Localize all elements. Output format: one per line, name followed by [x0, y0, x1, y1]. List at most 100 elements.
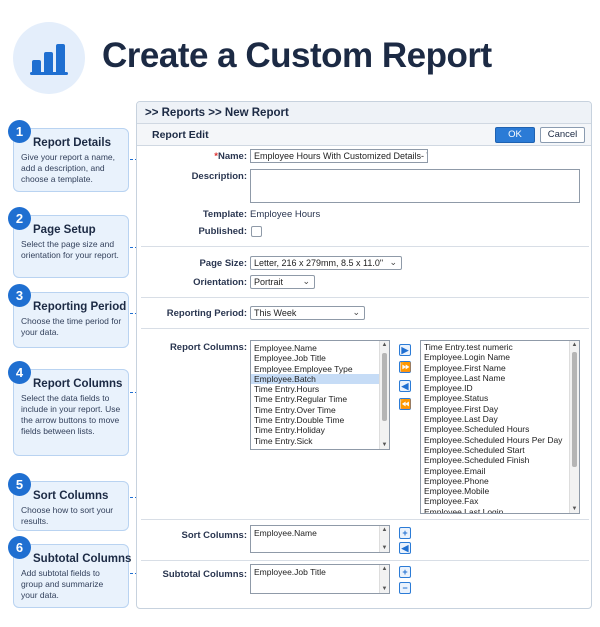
- page: Create a Custom Report 1 Report Details …: [0, 0, 600, 627]
- page-size-label: Page Size:: [199, 258, 247, 269]
- step-description: Select the data fields to include in you…: [21, 393, 121, 436]
- chevron-down-icon: ⌄: [389, 257, 397, 267]
- step-title: Sort Columns: [33, 490, 109, 502]
- list-item[interactable]: Employee.ID: [421, 383, 579, 393]
- scroll-thumb[interactable]: [382, 353, 387, 421]
- scroll-up-icon[interactable]: ▲: [380, 566, 389, 572]
- report-columns-label: Report Columns:: [169, 342, 247, 353]
- list-item[interactable]: Time Entry.Holiday: [251, 425, 389, 435]
- report-edit-panel: >> Reports >> New Report Report Edit OK …: [136, 101, 592, 609]
- step-title: Subtotal Columns: [33, 553, 132, 565]
- divider: [141, 297, 589, 298]
- panel-heading: Report Edit: [152, 129, 209, 141]
- scroll-up-icon[interactable]: ▲: [380, 342, 389, 348]
- selected-columns-list[interactable]: Employee.Name Employee.Job Title Employee.…: [250, 340, 390, 450]
- available-columns-list[interactable]: Time Entry.test numeric Employee.Login Na…: [420, 340, 580, 514]
- list-item[interactable]: Time Entry.test numeric: [421, 342, 579, 352]
- step-number: 4: [8, 361, 31, 384]
- step-title: Report Details: [33, 137, 111, 149]
- template-value: Employee Hours: [250, 209, 321, 220]
- orientation-value: Portrait: [254, 277, 284, 287]
- add-sort-button[interactable]: +: [399, 527, 411, 539]
- divider: [141, 519, 589, 520]
- name-label: *Name:: [214, 151, 247, 162]
- cancel-button[interactable]: Cancel: [540, 127, 585, 143]
- orientation-select[interactable]: Portrait ⌄: [250, 275, 315, 289]
- list-item[interactable]: Employee.Mobile: [421, 486, 579, 496]
- step-sort-columns: 5 Sort Columns Choose how to sort your r…: [8, 473, 129, 531]
- list-item[interactable]: Time Entry.Regular Time: [251, 394, 389, 404]
- list-item[interactable]: Employee.Scheduled Finish: [421, 455, 579, 465]
- divider: [141, 328, 589, 329]
- list-item[interactable]: Employee.Scheduled Start: [421, 445, 579, 455]
- list-item[interactable]: Employee.Last Login: [421, 507, 579, 513]
- scroll-down-icon[interactable]: ▼: [380, 545, 389, 551]
- list-item[interactable]: Employee.Scheduled Hours Per Day: [421, 435, 579, 445]
- list-item[interactable]: Employee.Batch: [251, 373, 389, 385]
- description-field[interactable]: [250, 169, 580, 203]
- scroll-down-icon[interactable]: ▼: [570, 506, 579, 512]
- list-item[interactable]: Employee.Status: [421, 393, 579, 403]
- list-item[interactable]: Employee.Fax: [421, 496, 579, 506]
- page-title: Create a Custom Report: [102, 36, 492, 75]
- name-field[interactable]: Employee Hours With Customized Details- …: [250, 149, 428, 163]
- list-item[interactable]: Time Entry.Double Time: [251, 415, 389, 425]
- list-item[interactable]: Employee.First Name: [421, 363, 579, 373]
- step-number: 3: [8, 284, 31, 307]
- list-item[interactable]: Employee.Email: [421, 466, 579, 476]
- move-left-button[interactable]: ◀: [399, 380, 411, 392]
- step-title: Page Setup: [33, 224, 96, 236]
- move-all-right-button[interactable]: ⏩: [399, 361, 411, 373]
- add-subtotal-button[interactable]: +: [399, 566, 411, 578]
- list-item[interactable]: Employee.Scheduled Hours: [421, 424, 579, 434]
- template-label: Template:: [202, 209, 247, 220]
- list-item[interactable]: Time Entry.Over Time: [251, 405, 389, 415]
- scrollbar[interactable]: ▲ ▼: [379, 565, 389, 593]
- move-all-left-button[interactable]: ⏪: [399, 398, 411, 410]
- sort-columns-list[interactable]: Employee.Name ▲ ▼: [250, 525, 390, 553]
- divider: [141, 560, 589, 561]
- list-item[interactable]: Employee.Employee Type: [251, 364, 389, 374]
- list-item[interactable]: Employee.Job Title: [251, 353, 389, 363]
- step-title: Reporting Period: [33, 301, 127, 313]
- page-size-select[interactable]: Letter, 216 x 279mm, 8.5 x 11.0" ⌄: [250, 256, 402, 270]
- list-item[interactable]: Employee.Name: [251, 343, 389, 353]
- move-right-button[interactable]: ▶: [399, 344, 411, 356]
- subtotal-columns-list[interactable]: Employee.Job Title ▲ ▼: [250, 564, 390, 594]
- reporting-period-select[interactable]: This Week ⌄: [250, 306, 365, 320]
- reporting-period-label: Reporting Period:: [166, 308, 247, 319]
- published-checkbox[interactable]: [251, 226, 262, 237]
- move-left-button[interactable]: ◀: [399, 542, 411, 554]
- list-item[interactable]: Employee.Last Day: [421, 414, 579, 424]
- sort-columns-label: Sort Columns:: [181, 530, 247, 541]
- ok-button[interactable]: OK: [495, 127, 535, 143]
- bar-chart-icon: [13, 22, 85, 94]
- list-item[interactable]: Employee.Job Title: [251, 567, 389, 577]
- scrollbar[interactable]: ▲ ▼: [569, 341, 579, 513]
- list-item[interactable]: Employee.First Day: [421, 404, 579, 414]
- page-size-value: Letter, 216 x 279mm, 8.5 x 11.0": [254, 258, 384, 268]
- step-subtotal-columns: 6 Subtotal Columns Add subtotal fields t…: [8, 536, 132, 608]
- list-item[interactable]: Employee.Last Name: [421, 373, 579, 383]
- scroll-up-icon[interactable]: ▲: [570, 342, 579, 348]
- divider: [141, 246, 589, 247]
- description-label: Description:: [191, 171, 247, 182]
- scroll-up-icon[interactable]: ▲: [380, 527, 389, 533]
- scrollbar[interactable]: ▲ ▼: [379, 526, 389, 552]
- list-item[interactable]: Employee.Phone: [421, 476, 579, 486]
- step-description: Add subtotal fields to group and summari…: [21, 568, 104, 600]
- scrollbar[interactable]: ▲ ▼: [379, 341, 389, 449]
- scroll-down-icon[interactable]: ▼: [380, 586, 389, 592]
- list-item[interactable]: Time Entry.Hours: [251, 384, 389, 394]
- step-page-setup: 2 Page Setup Select the page size and or…: [8, 207, 129, 278]
- breadcrumb[interactable]: >> Reports >> New Report: [137, 102, 591, 124]
- orientation-label: Orientation:: [193, 277, 247, 288]
- list-item[interactable]: Employee.Name: [251, 528, 389, 538]
- step-title: Report Columns: [33, 378, 123, 390]
- list-item[interactable]: Time Entry.Sick: [251, 436, 389, 446]
- step-report-columns: 4 Report Columns Select the data fields …: [8, 361, 129, 456]
- remove-subtotal-button[interactable]: −: [399, 582, 411, 594]
- list-item[interactable]: Employee.Login Name: [421, 352, 579, 362]
- scroll-thumb[interactable]: [572, 352, 577, 467]
- scroll-down-icon[interactable]: ▼: [380, 442, 389, 448]
